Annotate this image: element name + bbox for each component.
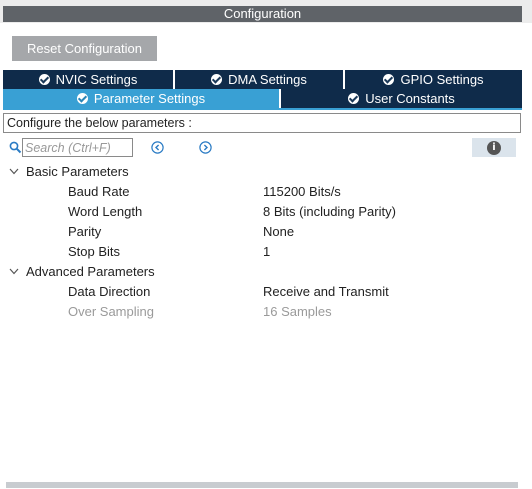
search-icon[interactable] <box>9 141 22 154</box>
param-name: Over Sampling <box>68 304 154 319</box>
param-name: Data Direction <box>68 284 151 299</box>
tab-label: DMA Settings <box>228 72 307 87</box>
group-label: Advanced Parameters <box>26 264 155 279</box>
param-value: 16 Samples <box>263 304 332 319</box>
check-circle-icon <box>348 93 360 104</box>
param-row-baud-rate[interactable]: Baud Rate 115200 Bits/s <box>0 182 520 202</box>
tab-dma-settings[interactable]: DMA Settings <box>175 70 343 89</box>
param-value[interactable]: 1 <box>263 242 270 262</box>
tab-label: User Constants <box>365 91 455 106</box>
tab-user-constants[interactable]: User Constants <box>281 89 522 108</box>
search-input[interactable] <box>22 138 133 157</box>
reset-configuration-button[interactable]: Reset Configuration <box>12 36 157 61</box>
param-name: Parity <box>68 224 102 239</box>
chevron-down-icon[interactable] <box>9 268 19 275</box>
tab-nvic-settings[interactable]: NVIC Settings <box>3 70 173 89</box>
param-row-stop-bits[interactable]: Stop Bits 1 <box>0 242 520 262</box>
param-row-over-sampling: Over Sampling 16 Samples <box>0 302 520 322</box>
tab-gpio-settings[interactable]: GPIO Settings <box>345 70 522 89</box>
check-circle-icon <box>211 74 223 85</box>
param-name: Baud Rate <box>68 184 130 199</box>
group-advanced-parameters[interactable]: Advanced Parameters <box>0 262 520 282</box>
param-name: Stop Bits <box>68 244 121 259</box>
param-row-data-direction[interactable]: Data Direction Receive and Transmit <box>0 282 520 302</box>
tab-parameter-settings[interactable]: Parameter Settings <box>3 89 279 108</box>
group-label: Basic Parameters <box>26 164 129 179</box>
param-row-parity[interactable]: Parity None <box>0 222 520 242</box>
chevron-down-icon[interactable] <box>9 168 19 175</box>
search-previous-icon[interactable] <box>151 141 164 154</box>
check-circle-icon <box>38 74 50 85</box>
tab-label: GPIO Settings <box>400 72 484 87</box>
param-value[interactable]: 8 Bits (including Parity) <box>263 202 396 222</box>
param-value[interactable]: Receive and Transmit <box>263 282 389 302</box>
horizontal-scrollbar[interactable] <box>6 482 518 488</box>
tab-label: Parameter Settings <box>93 91 206 106</box>
param-row-word-length[interactable]: Word Length 8 Bits (including Parity) <box>0 202 520 222</box>
title-bar-container: Configuration <box>0 0 532 23</box>
parameters-description: Configure the below parameters : <box>3 113 521 133</box>
param-name: Word Length <box>68 204 143 219</box>
check-circle-icon <box>383 74 395 85</box>
tab-label: NVIC Settings <box>55 72 138 87</box>
active-tab-underline <box>3 108 522 110</box>
window-title: Configuration <box>3 6 522 22</box>
param-value[interactable]: None <box>263 222 294 242</box>
group-basic-parameters[interactable]: Basic Parameters <box>0 162 520 182</box>
param-value[interactable]: 115200 Bits/s <box>263 182 341 202</box>
info-icon: i <box>487 140 501 155</box>
info-button[interactable]: i <box>472 138 516 157</box>
check-circle-icon <box>76 93 88 104</box>
search-next-icon[interactable] <box>199 141 212 154</box>
